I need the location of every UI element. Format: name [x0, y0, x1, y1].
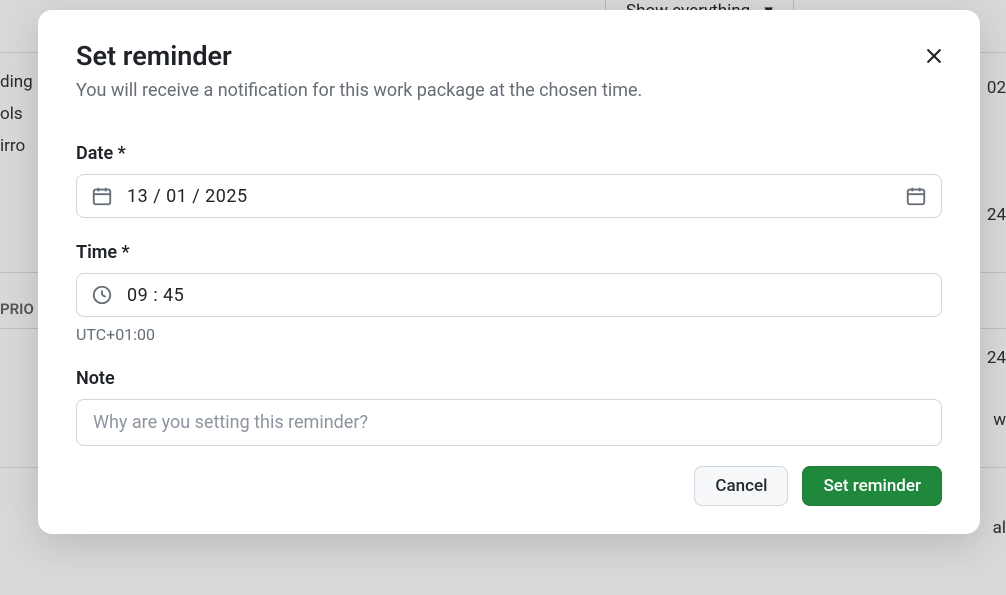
timezone-text: UTC+01:00	[76, 325, 942, 344]
note-input[interactable]	[76, 399, 942, 446]
set-reminder-modal: Set reminder You will receive a notifica…	[38, 10, 980, 534]
modal-footer: Cancel Set reminder	[76, 466, 942, 506]
modal-header: Set reminder You will receive a notifica…	[76, 40, 942, 101]
date-group: Date * 13 / 01 / 2025	[76, 143, 942, 218]
calendar-picker-icon[interactable]	[905, 185, 927, 207]
cancel-button[interactable]: Cancel	[694, 466, 788, 506]
time-input[interactable]: 09 : 45	[76, 273, 942, 317]
note-group: Note	[76, 368, 942, 446]
time-value: 09 : 45	[127, 285, 927, 306]
close-icon	[924, 46, 944, 66]
set-reminder-button[interactable]: Set reminder	[802, 466, 942, 506]
time-group: Time * 09 : 45 UTC+01:00	[76, 242, 942, 344]
note-label: Note	[76, 368, 942, 389]
close-button[interactable]	[920, 42, 948, 73]
date-value: 13 / 01 / 2025	[127, 186, 905, 207]
clock-icon	[91, 284, 113, 306]
date-input[interactable]: 13 / 01 / 2025	[76, 174, 942, 218]
modal-subtitle: You will receive a notification for this…	[76, 80, 942, 101]
date-label: Date *	[76, 143, 942, 164]
calendar-icon	[91, 185, 113, 207]
modal-title: Set reminder	[76, 40, 942, 72]
time-label: Time *	[76, 242, 942, 263]
